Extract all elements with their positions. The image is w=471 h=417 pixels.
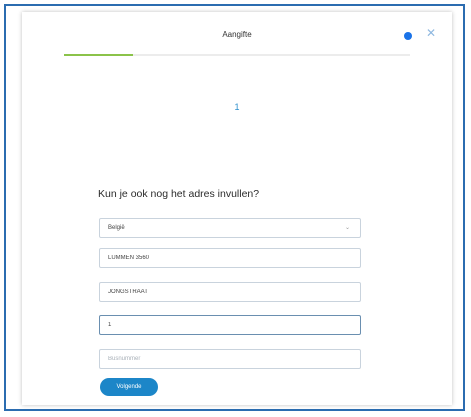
question-heading: Kun je ook nog het adres invullen? [98,188,260,200]
box-number-input[interactable] [99,349,361,369]
country-select-value: België [108,225,125,231]
dialog-title: Aangifte [222,30,252,39]
screenshot-frame: Aangifte ✕ 1 Kun je ook nog het adres in… [4,4,465,411]
progress-bar-fill [64,54,134,56]
city-input[interactable] [99,248,361,268]
help-icon[interactable] [404,32,412,40]
step-number: 1 [234,102,240,112]
next-button[interactable]: Volgende [100,378,158,396]
street-input[interactable] [99,282,361,302]
chevron-down-icon: ⌄ [344,225,350,231]
close-icon[interactable]: ✕ [426,26,436,40]
house-number-input[interactable] [99,315,361,335]
country-select[interactable]: België ⌄ [99,218,361,238]
progress-bar [64,54,410,56]
address-dialog: Aangifte ✕ 1 Kun je ook nog het adres in… [22,12,452,405]
